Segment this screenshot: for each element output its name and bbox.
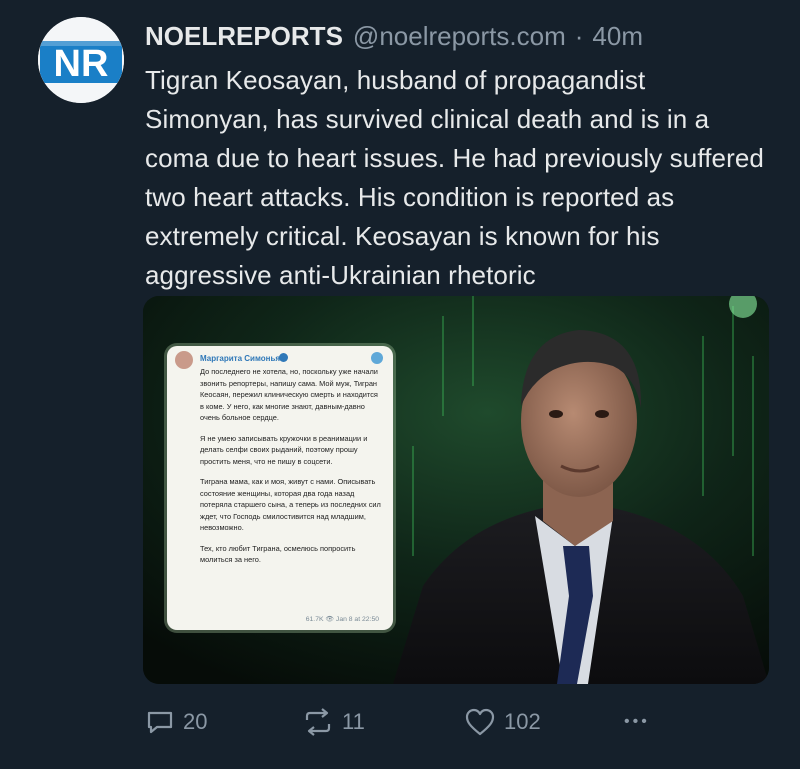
post-timestamp[interactable]: 40m xyxy=(592,18,643,54)
repost-button[interactable]: 11 xyxy=(302,700,365,744)
post-header: NOELREPORTS @noelreports.com · 40m xyxy=(145,18,643,54)
avatar[interactable]: NR xyxy=(38,17,124,103)
post-media-image[interactable]: Маргарита Симоньян До последнего не хоте… xyxy=(143,296,769,684)
card-avatar xyxy=(175,351,193,369)
repost-icon xyxy=(305,708,331,736)
reply-button[interactable]: 20 xyxy=(145,700,207,744)
telegram-icon xyxy=(371,352,383,364)
like-count: 102 xyxy=(504,709,541,734)
repost-count: 11 xyxy=(342,709,365,734)
noelreports-logo-icon: NR xyxy=(38,17,124,103)
card-paragraph: Тиграна мама, как и моя, живут с нами. О… xyxy=(200,477,381,532)
author-name[interactable]: NOELREPORTS xyxy=(145,18,343,54)
post-text: Tigran Keosayan, husband of propagandist… xyxy=(145,65,764,290)
action-bar: 20 11 102 ••• xyxy=(0,700,800,744)
comment-icon xyxy=(147,711,173,734)
card-body: До последнего не хотела, но, поскольку у… xyxy=(200,366,382,575)
avatar-logo-text: NR xyxy=(54,43,109,85)
card-paragraph: До последнего не хотела, но, поскольку у… xyxy=(200,367,378,422)
heart-icon xyxy=(465,708,495,736)
like-button[interactable]: 102 xyxy=(464,700,541,744)
verified-icon xyxy=(279,353,288,362)
separator-dot: · xyxy=(574,21,584,51)
more-options-button[interactable]: ••• xyxy=(624,700,650,744)
author-handle[interactable]: @noelreports.com xyxy=(353,18,566,54)
card-footer: 61.7K 👁 Jan 8 at 22:50 xyxy=(305,615,379,623)
more-icon: ••• xyxy=(624,713,650,730)
reply-count: 20 xyxy=(183,709,208,734)
card-paragraph: Я не умею записывать кружочки в реанимац… xyxy=(200,433,368,466)
card-paragraph: Тех, кто любит Тиграна, осмелюсь попроси… xyxy=(200,543,356,565)
telegram-post-screenshot: Маргарита Симоньян До последнего не хоте… xyxy=(167,346,393,630)
card-channel-name: Маргарита Симоньян xyxy=(200,354,285,363)
